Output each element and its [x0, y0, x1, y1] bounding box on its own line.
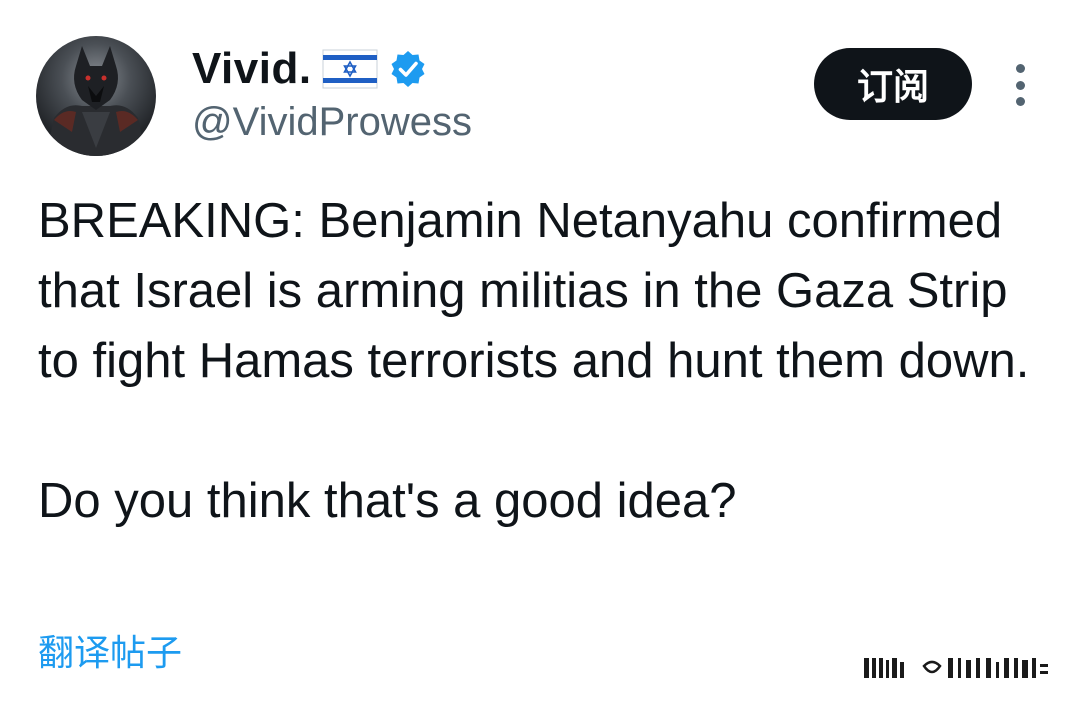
- watermark: [862, 652, 1062, 684]
- tweet-text: BREAKING: Benjamin Netanyahu confirmed t…: [38, 186, 1058, 536]
- wolf-warrior-avatar-image: [46, 46, 146, 156]
- subscribe-button[interactable]: 订阅: [814, 48, 972, 120]
- display-name[interactable]: Vivid.: [192, 44, 312, 94]
- israel-flag-icon: [322, 49, 378, 89]
- tweet-paragraph: BREAKING: Benjamin Netanyahu confirmed t…: [38, 194, 1030, 388]
- translate-post-link[interactable]: 翻译帖子: [38, 624, 182, 676]
- verified-badge-icon: [388, 49, 428, 89]
- author-handle[interactable]: @VividProwess: [192, 100, 472, 145]
- author-name-row[interactable]: Vivid.: [192, 44, 428, 94]
- more-vertical-icon[interactable]: [1004, 60, 1036, 110]
- avatar[interactable]: [36, 36, 156, 156]
- tweet-paragraph: Do you think that's a good idea?: [38, 474, 737, 528]
- watermark-glyph: [864, 658, 1048, 678]
